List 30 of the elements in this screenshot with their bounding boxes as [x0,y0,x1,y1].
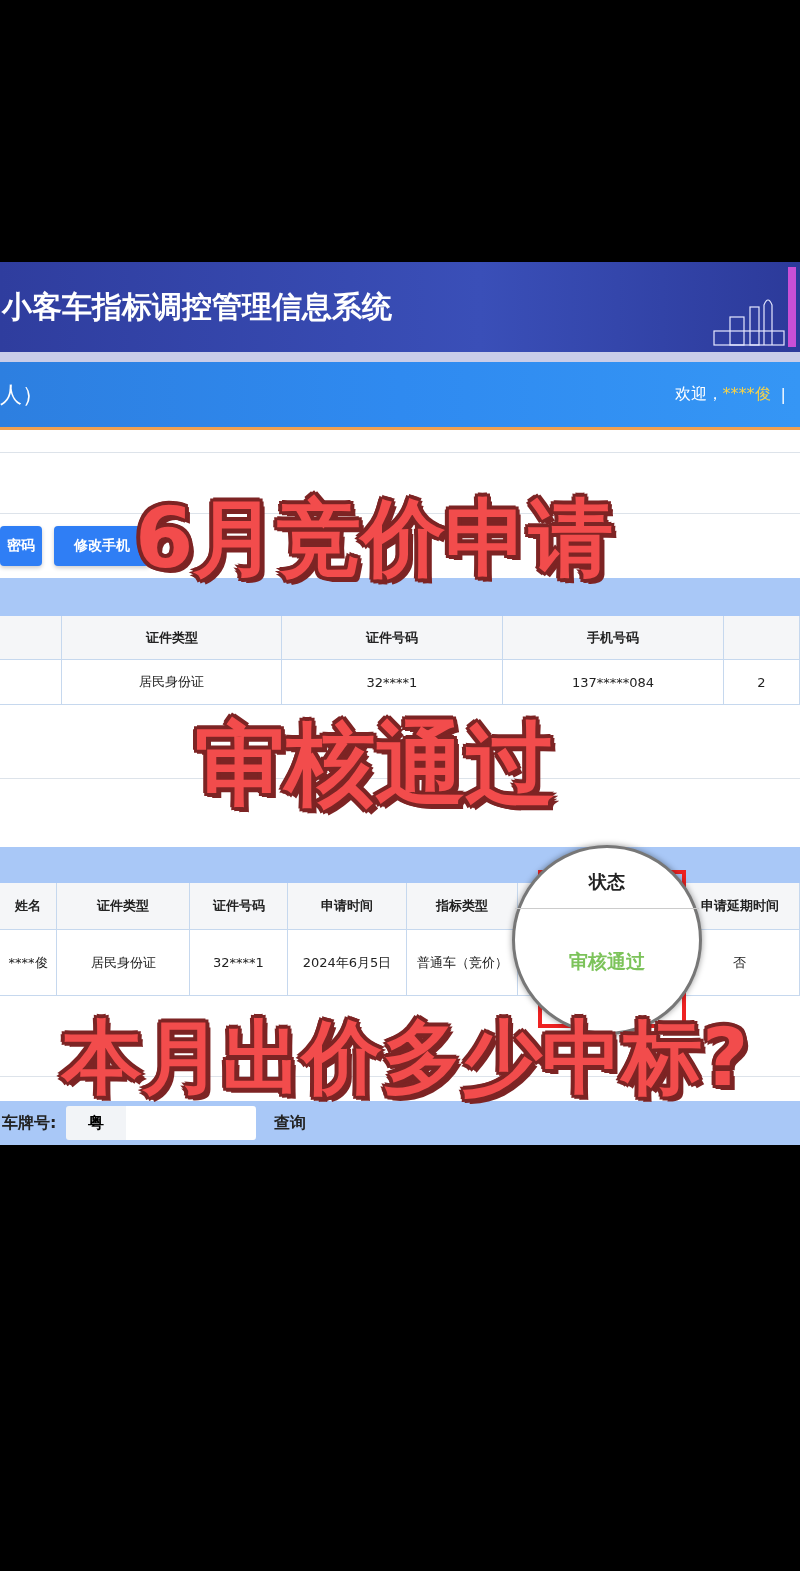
table-header-cell: 申请时间 [288,883,407,931]
overlay-caption: 本月出价多少中标? [62,1014,749,1102]
separator: | [780,385,786,405]
nav-title: 人） [0,380,44,409]
table-header-cell: 证件类型 [62,616,282,661]
table-header-cell: 证件号码 [190,883,288,931]
overlay-caption: 审核通过 [195,714,555,813]
action-button[interactable]: 密码 [0,526,42,567]
plate-input-field[interactable] [126,1106,257,1141]
table-header-cell [0,616,62,661]
welcome-text: 欢迎，****俊 [674,384,771,406]
table-cell: 2024年6月5日 [288,930,407,997]
table-cell: 2 [724,660,800,706]
table-cell: ****俊 [0,930,57,997]
province-prefix: 粤 [66,1106,127,1141]
status-header: 状态 [589,870,625,895]
query-button[interactable]: 查询 [274,1112,307,1134]
table-header-cell: 姓名 [0,883,57,931]
table-header-cell: 手机号码 [503,616,724,661]
table-cell: 32****1 [190,930,288,997]
table-header-cell: 指标类型 [407,883,518,931]
table-header-cell: 证件号码 [282,616,503,661]
table-cell: 居民身份证 [62,660,282,706]
system-title: 小客车指标调控管理信息系统 [0,287,392,326]
status-value: 审核通过 [569,949,645,975]
table-cell: 居民身份证 [57,930,190,997]
plate-label: 车牌号: [2,1112,57,1134]
table-header-cell: 证件类型 [57,883,190,931]
table-cell: 32****1 [282,660,503,706]
table-cell: 137*****084 [503,660,724,706]
